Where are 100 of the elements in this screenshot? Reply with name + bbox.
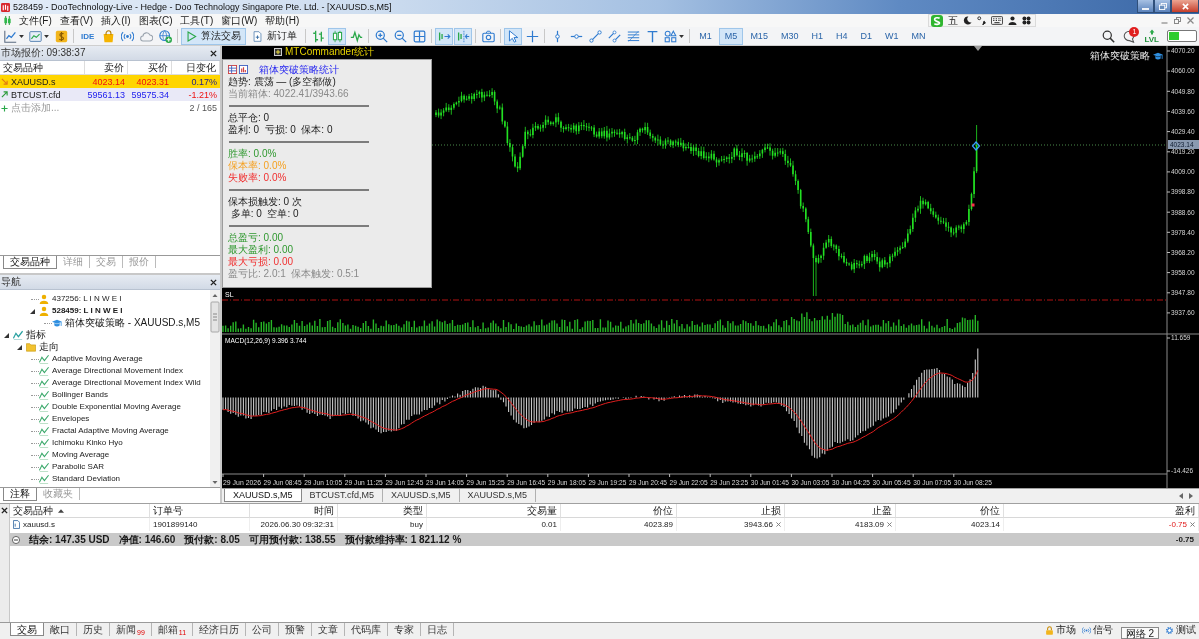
- status-button[interactable]: 市场: [1042, 623, 1079, 637]
- moon-icon[interactable]: [963, 16, 972, 25]
- menu-item[interactable]: 工具(T): [176, 14, 218, 27]
- column-header[interactable]: 止损: [761, 503, 781, 518]
- tree-item[interactable]: Ichimoku Kinko Hyo: [52, 437, 123, 449]
- column-header[interactable]: 交易品种: [3, 60, 43, 75]
- menu-item[interactable]: 窗口(W): [217, 14, 262, 27]
- status-button[interactable]: 信号: [1079, 623, 1116, 637]
- column-header[interactable]: 买价: [148, 60, 168, 75]
- four-leaf-icon[interactable]: [1022, 16, 1031, 25]
- tree-item[interactable]: Bollinger Bands: [52, 389, 109, 401]
- symbol-row[interactable]: BTCUST.cfd 59561.13 59575.34 -1.21%: [0, 88, 220, 101]
- close-icon[interactable]: [210, 278, 217, 286]
- chat-bubble-icon[interactable]: [1123, 29, 1137, 43]
- input-method-logo-icon[interactable]: [931, 14, 943, 27]
- cursor-button[interactable]: [504, 27, 523, 45]
- menu-item[interactable]: 帮助(H): [261, 14, 304, 27]
- tree-item[interactable]: Average Directional Movement Index: [52, 365, 184, 377]
- menu-item[interactable]: 文件(F): [15, 14, 56, 27]
- column-header[interactable]: 价位: [980, 503, 1000, 518]
- menu-item[interactable]: 查看(V): [55, 14, 98, 27]
- timeframe-button[interactable]: M1: [693, 27, 718, 45]
- input-mode-label[interactable]: 五: [948, 14, 958, 27]
- timeframe-button[interactable]: M15: [744, 27, 774, 45]
- timeframe-button[interactable]: D1: [854, 27, 878, 45]
- toolbox-tab[interactable]: 经济日历: [193, 623, 247, 636]
- tree-item[interactable]: Parabolic SAR: [52, 461, 105, 473]
- plus-icon[interactable]: [1, 104, 8, 112]
- close-icon[interactable]: [1, 507, 8, 514]
- tree-item[interactable]: 走向: [39, 341, 59, 353]
- toolbox-tab[interactable]: 文章: [312, 623, 346, 636]
- chart-tab[interactable]: XAUUSD.s,M5: [224, 489, 302, 502]
- timeframe-button[interactable]: M5: [718, 27, 744, 45]
- toolbox-tab[interactable]: 预警: [279, 623, 313, 636]
- minus-circle-icon[interactable]: [12, 535, 20, 544]
- chart-shift-button[interactable]: [454, 27, 473, 45]
- toolbox-tab[interactable]: 交易: [10, 623, 44, 636]
- symbol-row[interactable]: XAUUSD.s 4023.14 4023.31 0.17%: [0, 75, 220, 88]
- timeframe-button[interactable]: W1: [878, 27, 905, 45]
- column-header[interactable]: 时间: [314, 503, 334, 518]
- toolbox-tab[interactable]: 日志: [421, 623, 455, 636]
- graduation-cap-icon[interactable]: [1153, 51, 1163, 61]
- table-icon[interactable]: [228, 65, 237, 74]
- ide-button[interactable]: IDE: [77, 27, 99, 45]
- candlestick-button[interactable]: [328, 27, 347, 45]
- restore-icon[interactable]: [1174, 17, 1181, 24]
- expanded-triangle-icon[interactable]: [17, 344, 22, 350]
- toolbox-tab[interactable]: 敞口: [44, 623, 77, 636]
- toolbox-tab[interactable]: 公司: [246, 623, 280, 636]
- tree-item[interactable]: 箱体突破策略 - XAUUSD.s,M5: [65, 317, 200, 329]
- panel-tab[interactable]: 注释: [3, 488, 37, 501]
- menu-item[interactable]: 图表(C): [134, 14, 177, 27]
- algo-trading-button[interactable]: 算法交易: [181, 27, 247, 45]
- tree-item[interactable]: 指标: [26, 329, 46, 341]
- column-header[interactable]: 订单号: [153, 503, 183, 518]
- toolbox-tab[interactable]: 邮箱$_{11}$: [151, 623, 194, 636]
- tree-item[interactable]: Envelopes: [52, 413, 90, 425]
- scroll-right-icon[interactable]: [1189, 493, 1193, 499]
- search-icon[interactable]: [1102, 29, 1116, 43]
- tree-item[interactable]: 437256: L I N W E I: [52, 293, 122, 305]
- panel-tab[interactable]: 交易品种: [3, 256, 57, 269]
- close-button[interactable]: [1171, 0, 1199, 13]
- menu-item[interactable]: 插入(I): [97, 14, 135, 27]
- status-button[interactable]: 测试: [1162, 623, 1199, 637]
- tree-item[interactable]: Fractal Adaptive Moving Average: [52, 425, 169, 437]
- tree-item[interactable]: Adaptive Moving Average: [52, 353, 143, 365]
- globe-plus-button[interactable]: [156, 27, 175, 45]
- timeframe-button[interactable]: MN: [905, 27, 932, 45]
- scroll-left-icon[interactable]: [1179, 493, 1183, 499]
- column-header[interactable]: 类型: [403, 503, 423, 518]
- minimize-button[interactable]: [1137, 0, 1154, 13]
- chart-tab[interactable]: XAUUSD.s,M5: [383, 489, 460, 502]
- timeframe-button[interactable]: H4: [829, 27, 854, 45]
- tree-item[interactable]: Double Exponential Moving Average: [52, 401, 181, 413]
- toolbox-tab[interactable]: 新闻$_{99}$: [110, 623, 152, 636]
- timeframe-button[interactable]: M30: [774, 27, 805, 45]
- column-header[interactable]: 日变化: [186, 60, 216, 75]
- column-header[interactable]: 止盈: [872, 503, 892, 518]
- column-header[interactable]: 价位: [653, 503, 673, 518]
- triangle-marker-icon[interactable]: [974, 46, 982, 51]
- punctuation-icon[interactable]: [977, 16, 986, 25]
- expanded-triangle-icon[interactable]: [30, 308, 35, 314]
- toolbox-tab[interactable]: 代码库: [345, 623, 389, 636]
- toolbox-tab[interactable]: 历史: [77, 623, 110, 636]
- keyboard-icon[interactable]: [991, 16, 1003, 25]
- chart-tab[interactable]: BTCUST.cfd,M5: [301, 489, 384, 502]
- close-icon[interactable]: [210, 49, 217, 57]
- timeframe-button[interactable]: H1: [805, 27, 829, 45]
- column-header[interactable]: 盈利: [1175, 503, 1195, 518]
- up-arrow-icon[interactable]: [1147, 28, 1156, 35]
- restore-button[interactable]: [1154, 0, 1171, 13]
- column-header[interactable]: 卖价: [104, 60, 124, 75]
- expanded-triangle-icon[interactable]: [4, 332, 9, 338]
- column-header[interactable]: 交易量: [527, 503, 557, 518]
- auto-scroll-button[interactable]: [435, 27, 454, 45]
- tree-item[interactable]: Moving Average: [52, 449, 110, 461]
- bar-chart-icon[interactable]: [239, 65, 248, 74]
- person-icon[interactable]: [1008, 16, 1017, 25]
- chart-tab[interactable]: XAUUSD.s,M5: [459, 489, 537, 502]
- tree-item[interactable]: 528459: L I N W E I: [52, 305, 123, 317]
